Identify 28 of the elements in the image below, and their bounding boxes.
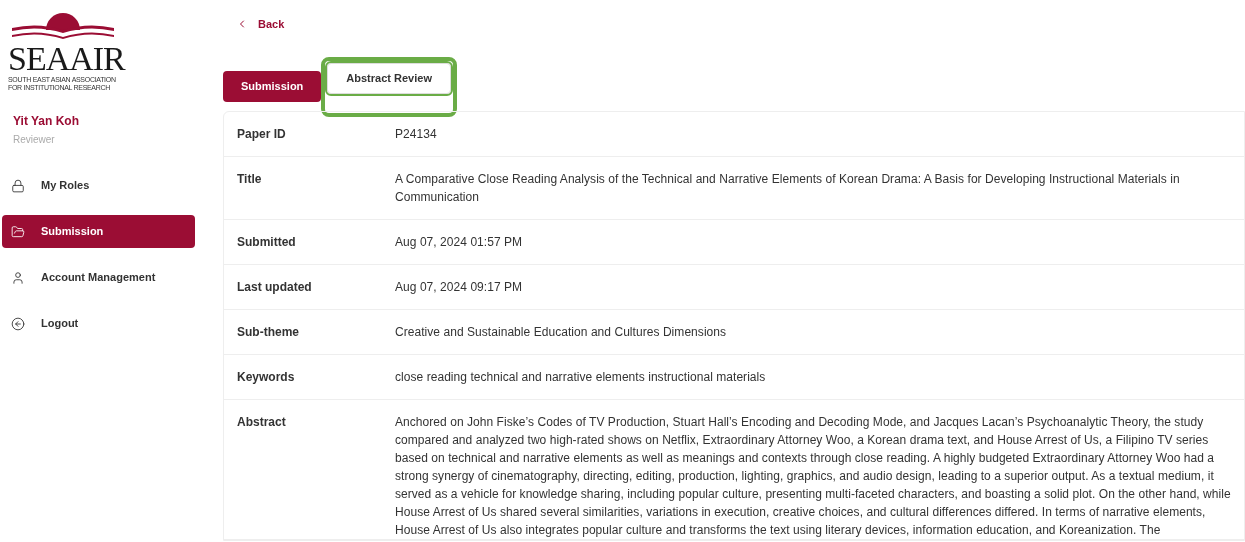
person-icon xyxy=(11,270,25,285)
lock-icon xyxy=(11,178,25,193)
field-value: Aug 07, 2024 01:57 PM xyxy=(395,233,524,251)
field-value: close reading technical and narrative elements instructional materials xyxy=(395,368,767,386)
field-label: Last updated xyxy=(236,278,313,296)
user-name: Yit Yan Koh xyxy=(13,113,80,130)
sidebar-item[interactable]: My Roles xyxy=(2,169,195,202)
tab[interactable]: Submission xyxy=(223,71,322,102)
field-value: Aug 07, 2024 09:17 PM xyxy=(395,278,524,296)
logo-wordmark: SEAAIR xyxy=(8,42,125,76)
field-label: Keywords xyxy=(236,368,296,386)
field-label: Title xyxy=(236,170,263,188)
sidebar-item[interactable]: Logout xyxy=(2,307,195,340)
field-label: Abstract xyxy=(236,413,287,431)
user-role: Reviewer xyxy=(13,133,56,147)
field-label: Sub-theme xyxy=(236,323,300,341)
logout-icon xyxy=(11,316,25,331)
field-value: Creative and Sustainable Education and Cultures Dimensions xyxy=(395,323,728,341)
back-link[interactable]: Back xyxy=(236,16,285,33)
field-value: Anchored on John Fiske’s Codes of TV Production, Stuart Hall’s Encoding and Decoding Mode, and Jacques Lacan’s Psychoanalytic Theory, the study compared and analyzed two high-rated shows on Netflix, Extraordinary Attorney Woo, a Korean drama text, and House Arrest of Us, a Filipino TV series based on technical and narrative elements as well as meanings and contexts through close reading. A highly budgeted Extraordinary Attorney Woo had a strong synergy of cinematography, directing, editing, production, lighting, graphics, and audio design, leading to a superior output. As a textual medium, it served as a vehicle for knowledge sharing, including popular culture, presenting multi-faceted characters, and boasting a solid plot. On the other hand, while House Arrest of Us shared several similarities, variations in execution, creative choices, and cultural differences differed. In terms of narrative elements, House Arrest of Us also integrates popular culture and transforms the text using literary devices, information education, and Koreanization. The xyxy=(395,413,1232,539)
tab[interactable]: Abstract Review xyxy=(327,62,451,94)
folder-icon xyxy=(11,224,25,239)
field-value: P24134 xyxy=(395,125,438,143)
field-label: Paper ID xyxy=(236,125,287,143)
field-value: A Comparative Close Reading Analysis of the Technical and Narrative Elements of Korean Drama: A Basis for Developing Instructional Materials in Communication xyxy=(395,170,1181,206)
field-label: Submitted xyxy=(236,233,297,251)
sidebar-item[interactable]: Account Management xyxy=(2,261,195,294)
sidebar-item[interactable]: Submission xyxy=(2,215,195,248)
